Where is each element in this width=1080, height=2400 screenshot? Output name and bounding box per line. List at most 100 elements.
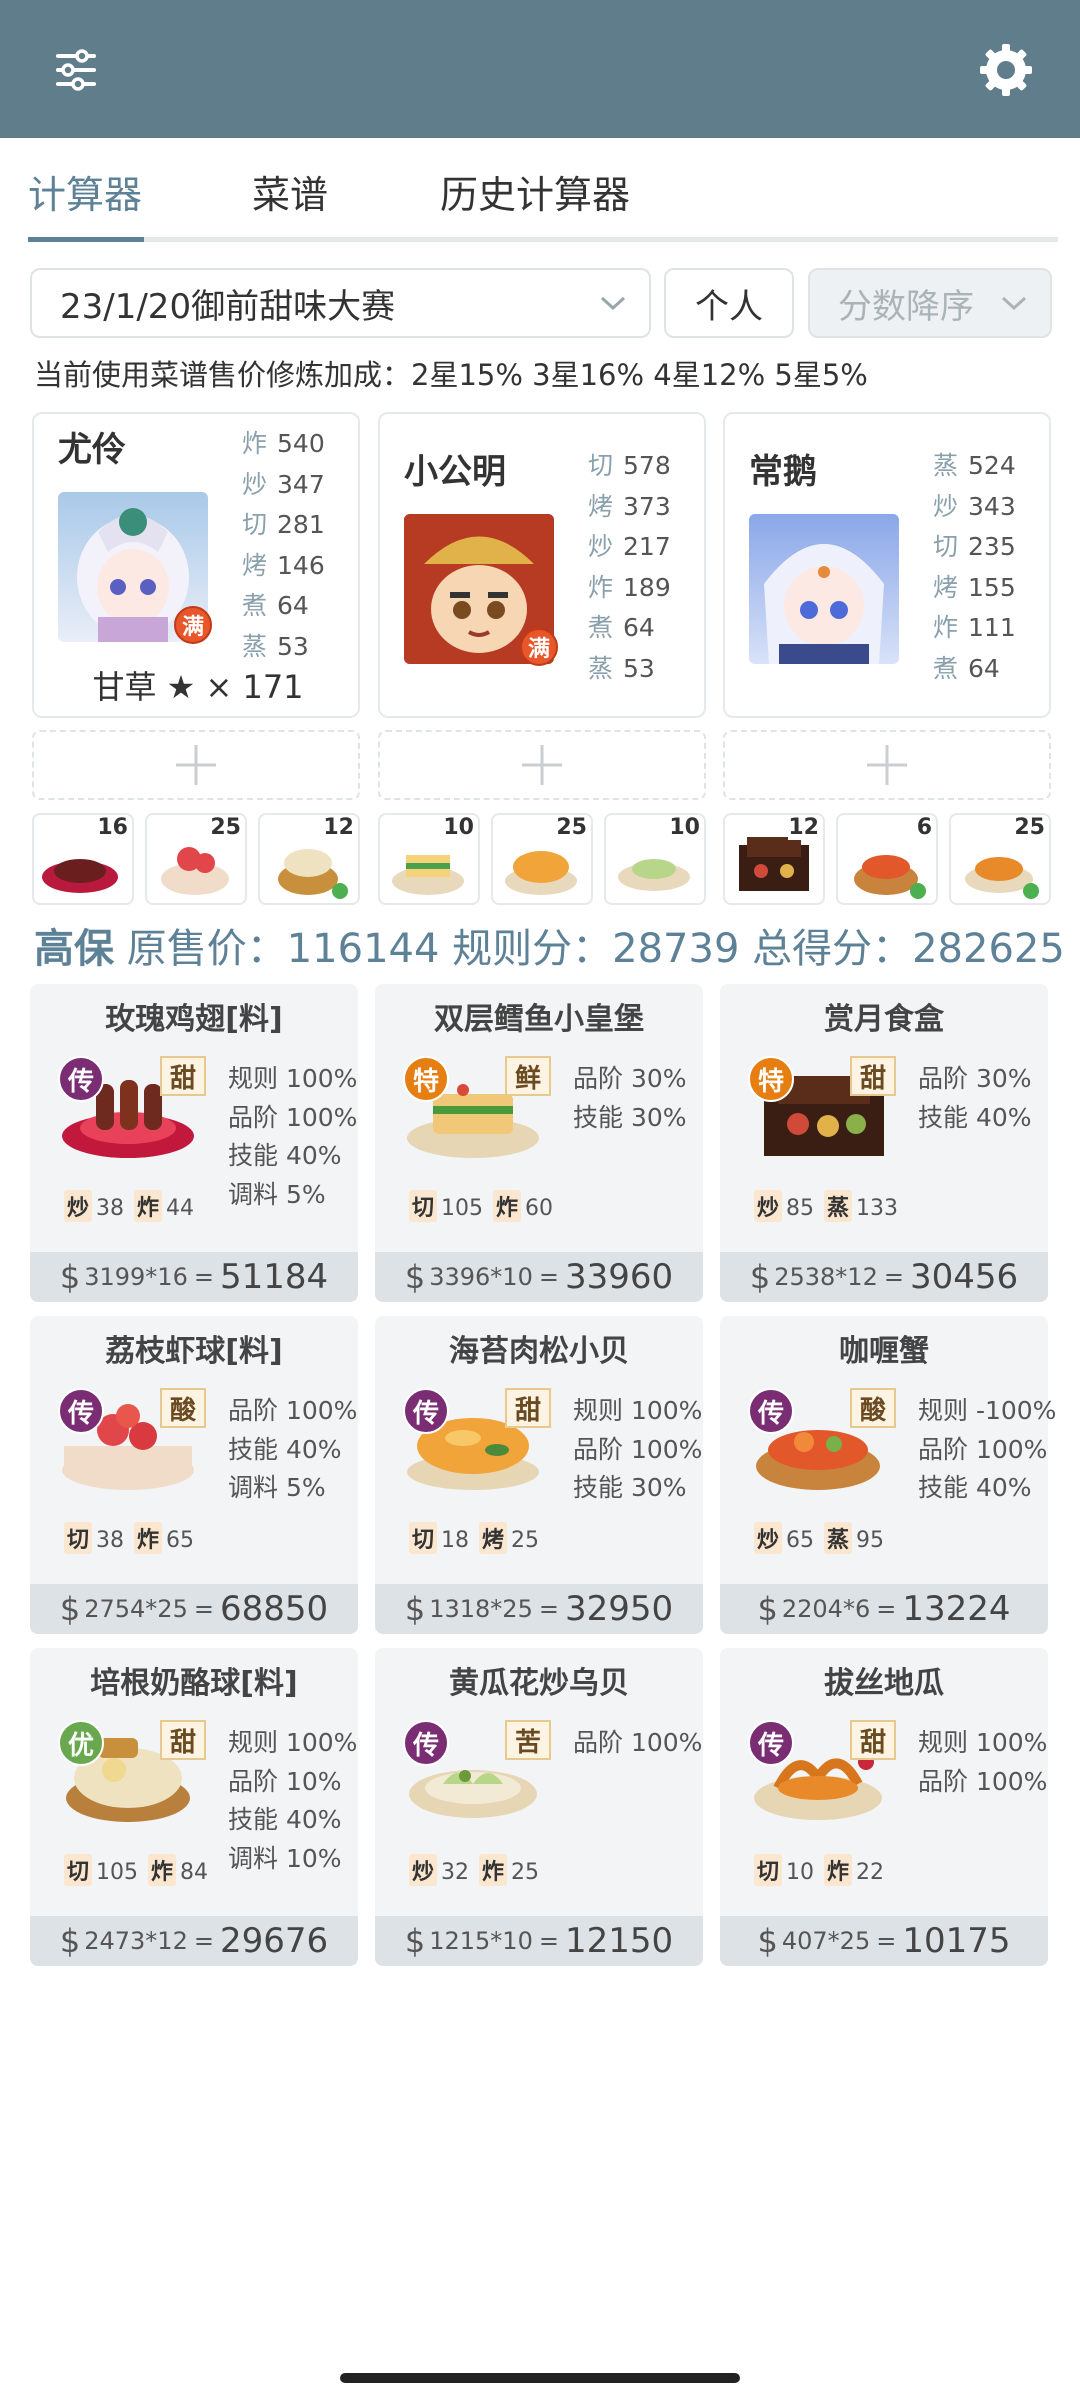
mode-button[interactable]: 个人 (664, 268, 794, 338)
recipe-thumb[interactable]: 16 (32, 813, 134, 905)
rarity-badge: 传 (403, 1720, 449, 1766)
price-row: $407 *25 = 10175 (720, 1916, 1048, 1966)
stat-value: 217 (623, 532, 671, 561)
bonus-item: 技能 40% (918, 1102, 1032, 1132)
stat-value: 524 (968, 451, 1016, 480)
recipe-thumb[interactable]: 25 (491, 813, 593, 905)
stat-key: 炸 (588, 572, 614, 602)
add-equipment-slot-3[interactable] (723, 730, 1051, 800)
stat-value: 343 (968, 491, 1016, 521)
bonus-item: 品阶 100% (918, 1434, 1048, 1464)
dollar-icon: $ (404, 1590, 426, 1628)
skill-key: 切 (409, 1522, 438, 1554)
chef-name: 尤伶 (58, 430, 126, 470)
multiplier: *12 (835, 1263, 878, 1291)
bonus-item: 品阶 10% (228, 1766, 342, 1796)
plus-icon (176, 745, 216, 785)
dish-card[interactable]: 培根奶酪球[料] 优 甜 规则 100% 品阶 10% 技能 40% 调料 10… (30, 1648, 358, 1966)
tab-history-calculator[interactable]: 历史计算器 (440, 164, 630, 219)
tab-recipes[interactable]: 菜谱 (252, 164, 328, 219)
recipe-count: 25 (1014, 815, 1045, 840)
dish-total: 30456 (909, 1257, 1019, 1297)
sort-select[interactable]: 分数降序 (808, 268, 1052, 338)
recipe-thumb[interactable]: 10 (378, 813, 480, 905)
bonus-item: 规则 100% (573, 1396, 703, 1425)
rarity-badge: 特 (403, 1056, 449, 1102)
bonus-item: 技能 30% (573, 1473, 687, 1502)
chef-name: 常鹅 (749, 452, 817, 492)
multiplier: *25 (145, 1595, 188, 1623)
recipe-count: 16 (97, 815, 128, 840)
recipe-thumb[interactable]: 25 (145, 813, 247, 905)
dish-card[interactable]: 赏月食盒 特 甜 品阶 30% 技能 40% 炒 85 蒸 133 $2538 *12 =… (720, 984, 1048, 1302)
dollar-icon: $ (404, 1922, 426, 1960)
price-row: $1215 *10 = 12150 (375, 1916, 703, 1966)
dish-total: 68850 (219, 1589, 329, 1629)
dish-card[interactable]: 玫瑰鸡翅[料] 传 甜 规则 100% 品阶 100% 技能 40% 调料 5%… (30, 984, 358, 1302)
tab-bar: 计算器 菜谱 历史计算器 (28, 150, 1058, 242)
skill-value: 105 (96, 1860, 139, 1885)
price-row: $2204 *6 = 13224 (720, 1584, 1048, 1634)
dish-name: 荔枝虾球[料] (105, 1334, 283, 1369)
dish-card[interactable]: 海苔肉松小贝 传 甜 规则 100% 品阶 100% 技能 30% 切 18 烤 25… (375, 1316, 703, 1634)
stat-key: 烤 (933, 572, 959, 602)
skill-value: 65 (166, 1528, 195, 1553)
chef-portrait (749, 514, 899, 664)
skill-key: 切 (64, 1522, 93, 1554)
dish-card[interactable]: 咖喱蟹 传 酸 规则 -100% 品阶 100% 技能 40% 炒 65 蒸 95 $… (720, 1316, 1056, 1634)
bonus-item: 技能 30% (573, 1102, 687, 1132)
bonus-item: 规则 100% (918, 1728, 1048, 1757)
bonus-list: 规则 100% 品阶 100% (918, 1724, 1047, 1801)
chef-equip-line: 甘草 ★ × 171 (92, 668, 304, 706)
dish-total: 33960 (564, 1257, 674, 1297)
recipe-count: 6 (916, 815, 932, 840)
recipe-count: 10 (669, 815, 700, 840)
dish-name: 玫瑰鸡翅[料] (105, 1002, 283, 1037)
tab-calculator[interactable]: 计算器 (28, 164, 142, 219)
skill-requirements: 切 18 烤 25 (409, 1522, 549, 1554)
app-bar (0, 0, 1080, 138)
filter-button[interactable] (38, 32, 114, 108)
add-equipment-slot-2[interactable] (378, 730, 706, 800)
skill-value: 85 (786, 1196, 815, 1221)
chef-card-3[interactable]: 常鹅 蒸 524 炒 343 切 235 烤 155 炸 111 煮 64 (723, 412, 1051, 718)
equals-sign: = (876, 1595, 897, 1623)
stat-key: 煮 (242, 591, 268, 620)
stat-key: 炒 (588, 532, 614, 561)
rarity-badge: 特 (748, 1056, 794, 1102)
max-badge: 满 (520, 628, 558, 666)
sliders-icon (56, 49, 96, 91)
dish-card[interactable]: 黄瓜花炒乌贝 传 苦 品阶 100% 炒 32 炸 25 $1215 *10 = 12150 (375, 1648, 703, 1966)
level-label: 高保 (34, 926, 114, 972)
flavor-tag: 鲜 (505, 1056, 551, 1096)
dish-card[interactable]: 双层鳕鱼小皇堡 特 鲜 品阶 30% 技能 30% 切 105 炸 60 $3396 *… (375, 984, 703, 1302)
add-equipment-slot-1[interactable] (32, 730, 360, 800)
dish-name: 培根奶酪球[料] (90, 1666, 298, 1701)
multiplier: *12 (145, 1927, 188, 1955)
bonus-item: 规则 100% (228, 1728, 358, 1757)
chef-card-2[interactable]: 小公明 满 切 578 烤 373 炒 217 炸 189 煮 64 蒸 53 (378, 412, 706, 718)
recipe-count: 12 (323, 815, 354, 840)
chef-card-1[interactable]: 尤伶 满 炸 540 炒 347 切 281 烤 146 煮 64 蒸 53 甘草 ★ × … (32, 412, 360, 718)
recipe-thumb[interactable]: 6 (836, 813, 938, 905)
dish-card[interactable]: 拔丝地瓜 传 甜 规则 100% 品阶 100% 切 10 炸 22 $407 *25 =… (720, 1648, 1048, 1966)
contest-select-value: 23/1/20御前甜味大赛 (60, 286, 396, 327)
skill-value: 105 (441, 1196, 484, 1221)
home-indicator[interactable] (340, 2373, 740, 2383)
recipe-thumb[interactable]: 12 (258, 813, 360, 905)
dish-total: 51184 (219, 1257, 329, 1297)
gear-icon (980, 44, 1032, 96)
dollar-icon: $ (749, 1258, 771, 1296)
recipe-thumb[interactable]: 25 (949, 813, 1051, 905)
recipe-count: 25 (556, 815, 587, 840)
dish-card[interactable]: 荔枝虾球[料] 传 酸 品阶 100% 技能 40% 调料 5% 切 38 炸 65 … (30, 1316, 358, 1634)
recipe-thumb[interactable]: 10 (604, 813, 706, 905)
price-row: $2538 *12 = 30456 (720, 1252, 1048, 1302)
dollar-icon: $ (757, 1590, 778, 1628)
contest-select[interactable]: 23/1/20御前甜味大赛 (30, 268, 651, 338)
settings-button[interactable] (968, 32, 1044, 108)
bonus-list: 品阶 30% 技能 30% (573, 1060, 687, 1137)
recipe-thumb[interactable]: 12 (723, 813, 825, 905)
stat-key: 切 (588, 451, 614, 480)
skill-key: 炒 (409, 1854, 438, 1886)
